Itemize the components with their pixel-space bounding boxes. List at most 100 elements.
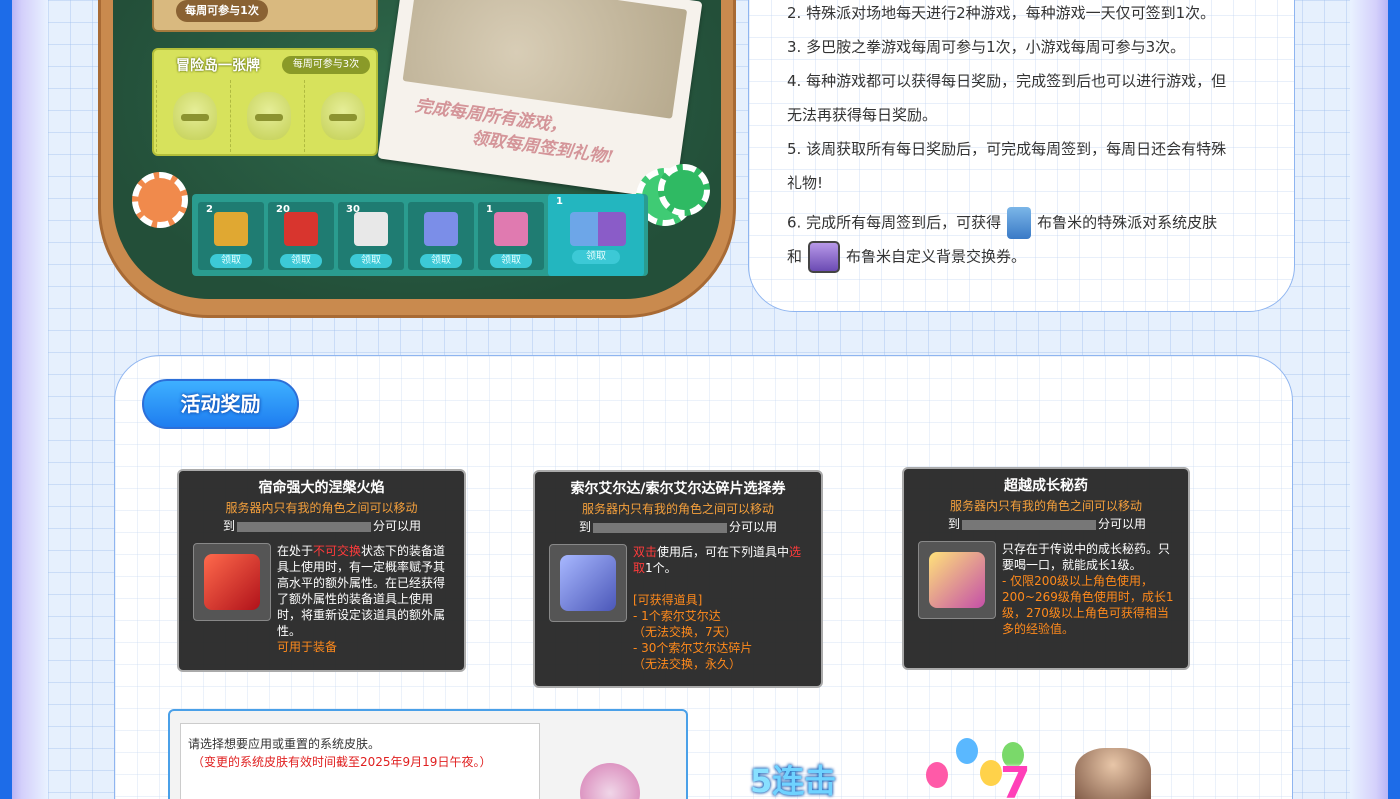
balloon <box>956 738 978 764</box>
card-game-title: 冒险岛一张牌 <box>176 58 260 74</box>
expiry-prefix: 到 <box>948 517 961 531</box>
item-tooltip: 宿命强大的涅槃火焰 服务器内只有我的角色之间可以移动 到 分可以用 在处于不可交换… <box>177 469 466 672</box>
desc-text: 只存在于传说中的成长秘药。只要喝一口，就能成长1级。 <box>1002 542 1171 572</box>
expiry-prefix: 到 <box>223 519 236 533</box>
item-expiry: 到 分可以用 <box>948 515 1158 532</box>
claim-button[interactable]: 领取 <box>350 254 392 268</box>
laptop-icon <box>560 555 616 611</box>
redacted-date <box>593 522 728 533</box>
reward-slot: 20 领取 <box>268 202 334 270</box>
item-expiry: 到 分可以用 <box>579 518 789 535</box>
item-icon-frame <box>193 543 271 621</box>
rule-line: 5. 该周获取所有每日奖励后，可完成每周签到，每周日还会有特殊 <box>787 140 1227 158</box>
reward-slot-final: 1 领取 <box>548 194 644 276</box>
claim-button[interactable]: 领取 <box>572 250 620 264</box>
potion-icon <box>929 552 985 608</box>
item-name: 超越成长秘药 <box>1004 478 1088 494</box>
available-item: - 1个索尔艾尔达 <box>633 609 721 623</box>
casino-chip-icon <box>132 172 188 228</box>
cotton-flower-icon <box>354 212 388 246</box>
item-trade-note: 服务器内只有我的角色之间可以移动 <box>581 502 774 516</box>
laptop-icon <box>424 212 458 246</box>
item-tooltip: 超越成长秘药 服务器内只有我的角色之间可以移动 到 分可以用 只存在于传说中的成长… <box>902 467 1190 670</box>
reward-slot: 1 领取 <box>478 202 544 270</box>
balloon <box>980 760 1002 786</box>
item-icon-frame <box>918 541 996 619</box>
item-description: 双击使用后，可在下列道具中选取1个。 [可获得道具] - 1个索尔艾尔达 （无法… <box>633 544 809 672</box>
rule-text: 布鲁米自定义背景交换券。 <box>846 247 1027 266</box>
background-ticket-icon <box>808 241 841 273</box>
desc-highlight: - 仅限200级以上角色使用，200~269级角色使用时，成长1级，270级以上… <box>1002 574 1174 636</box>
card-slot[interactable] <box>156 80 230 152</box>
rule-line: 3. 多巴胺之拳游戏每周可参与1次，小游戏每周可参与3次。 <box>787 38 1186 56</box>
expiry-suffix: 分可以用 <box>373 519 422 533</box>
available-item: - 30个索尔艾尔达碎片 <box>633 641 753 655</box>
item-description: 在处于不可交换状态下的装备道具上使用时，有一定概率赋予其高水平的额外属性。在已经… <box>277 543 453 655</box>
rule-line: 和 布鲁米自定义背景交换券。 <box>787 241 1026 273</box>
flame-gem-icon <box>284 212 318 246</box>
available-item-note: （无法交换，永久） <box>633 657 742 671</box>
combo-logo: 5连击 <box>750 756 895 799</box>
desc-highlight: 双击 <box>633 545 658 559</box>
coin-icon <box>214 212 248 246</box>
item-usage: 可用于装备 <box>277 640 338 654</box>
card-slot[interactable] <box>230 80 304 152</box>
rule-text: 和 <box>787 247 803 266</box>
skin-prompt: 请选择想要应用或重置的系统皮肤。 <box>188 737 381 751</box>
reward-slot: 2 领取 <box>198 202 264 270</box>
rule-line: 6. 完成所有每周签到后，可获得 布鲁米的特殊派对系统皮肤 <box>787 207 1217 239</box>
party-seven-logo: 7 <box>1000 758 1031 799</box>
gameboy-skin-icon <box>1007 207 1032 239</box>
desc-text: 在处于 <box>277 544 314 558</box>
item-tooltip: 索尔艾尔达/索尔艾尔达碎片选择券 服务器内只有我的角色之间可以移动 到分可以用 … <box>533 470 823 688</box>
desc-text: 1个。 <box>645 561 677 575</box>
rules-panel: 2. 特殊派对场地每天进行2种游戏，每种游戏一天仅可签到1次。 3. 多巴胺之拳… <box>748 0 1295 312</box>
weekly-rewards-row: 2 领取 20 领取 30 领取 领取 1 领取 1 领取 <box>192 194 648 276</box>
item-trade-note: 服务器内只有我的角色之间可以移动 <box>225 501 418 515</box>
weekly-pill: 每周可参与1次 <box>176 0 268 22</box>
reward-count: 2 <box>206 204 213 215</box>
claim-button[interactable]: 领取 <box>490 254 532 268</box>
card-slot[interactable] <box>304 80 378 152</box>
expiry-suffix: 分可以用 <box>1098 517 1147 531</box>
balloon <box>926 762 948 788</box>
rule-text: 6. 完成所有每周签到后，可获得 <box>787 213 1002 232</box>
card-game-pill: 每周可参与3次 <box>282 56 370 74</box>
character-portrait <box>1075 748 1151 799</box>
redacted-date <box>962 519 1097 530</box>
rule-line: 礼物! <box>787 174 824 192</box>
item-icon-frame <box>549 544 627 622</box>
reward-slot: 领取 <box>408 202 474 270</box>
elf-face-icon <box>173 92 217 140</box>
item-name: 索尔艾尔达/索尔艾尔达碎片选择券 <box>570 481 786 497</box>
item-expiry: 到 分可以用 <box>223 517 433 534</box>
item-name: 宿命强大的涅槃火焰 <box>258 480 385 496</box>
claim-button[interactable]: 领取 <box>420 254 462 268</box>
weekly-game-tag: 每周可参与1次 <box>152 0 378 32</box>
skin-expiry-note: （变更的系统皮肤有效时间截至2025年9月19日午夜。） <box>192 755 492 769</box>
redacted-date <box>237 521 372 532</box>
claim-button[interactable]: 领取 <box>210 254 252 268</box>
reward-count: 1 <box>556 196 563 207</box>
item-description: 只存在于传说中的成长秘药。只要喝一口，就能成长1级。 - 仅限200级以上角色使… <box>1002 541 1178 637</box>
claim-button[interactable]: 领取 <box>280 254 322 268</box>
rule-line: 无法再获得每日奖励。 <box>787 106 938 124</box>
skin-select-window: 请选择想要应用或重置的系统皮肤。 （变更的系统皮肤有效时间截至2025年9月19… <box>168 709 688 799</box>
reward-count: 1 <box>486 204 493 215</box>
expiry-prefix: 到 <box>579 520 592 534</box>
expiry-suffix: 分可以用 <box>729 520 778 534</box>
rule-line: 4. 每种游戏都可以获得每日奖励，完成签到后也可以进行游戏，但 <box>787 72 1227 90</box>
desc-highlight: 不可交换 <box>313 544 362 558</box>
reward-slot: 30 领取 <box>338 202 404 270</box>
casino-chip-icon <box>658 164 710 216</box>
combo-number: 5 <box>750 762 773 799</box>
skin-ticket-icon <box>570 212 626 246</box>
activity-rewards-title: 活动奖励 <box>142 379 299 429</box>
character-avatar <box>580 763 640 799</box>
flame-gem-icon <box>204 554 260 610</box>
rule-line: 2. 特殊派对场地每天进行2种游戏，每种游戏一天仅可签到1次。 <box>787 4 1216 22</box>
card-game-panel[interactable]: 冒险岛一张牌 每周可参与3次 <box>152 48 378 156</box>
rule-text: 布鲁米的特殊派对系统皮肤 <box>1037 213 1218 232</box>
available-item-note: （无法交换，7天） <box>633 625 737 639</box>
desc-text: 状态下的装备道具上使用时，有一定概率赋予其高水平的额外属性。在已经获得了额外属性… <box>277 544 446 638</box>
